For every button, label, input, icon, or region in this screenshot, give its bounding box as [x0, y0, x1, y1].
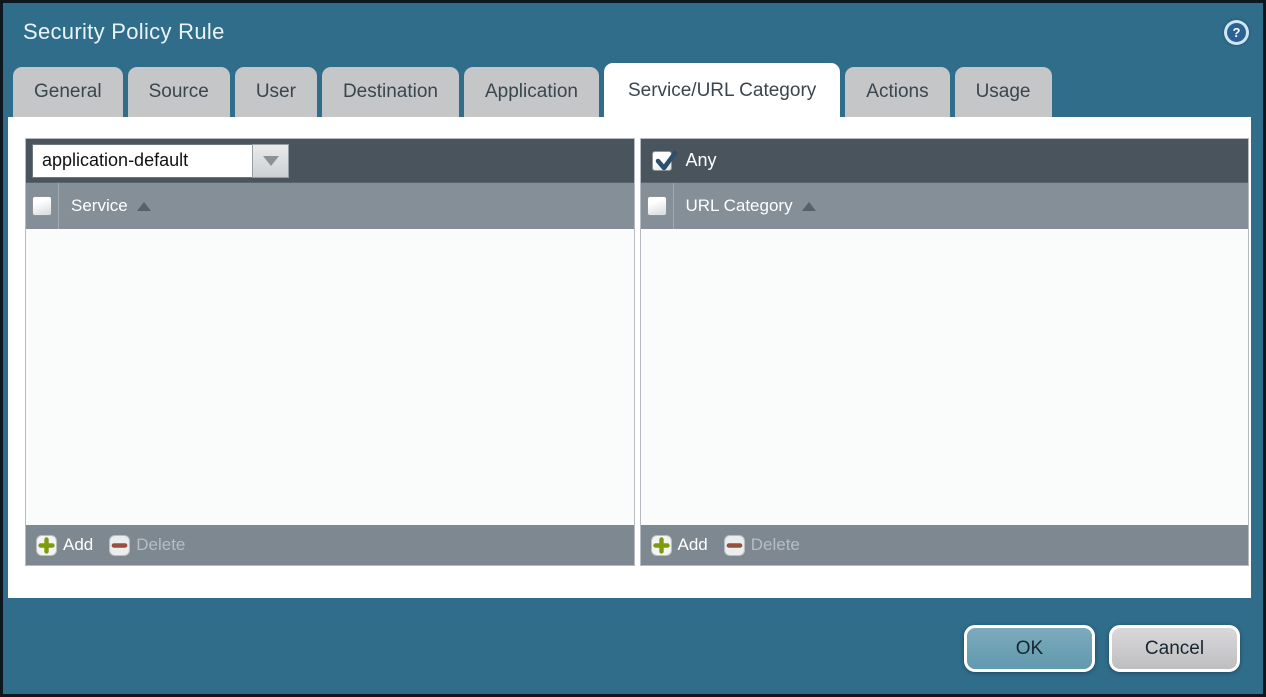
service-add-label: Add	[63, 535, 93, 555]
any-checkbox[interactable]	[652, 151, 672, 171]
service-column-label: Service	[71, 196, 128, 216]
tab-service-url-category[interactable]: Service/URL Category	[604, 63, 840, 117]
any-toggle: Any	[647, 150, 717, 171]
url-category-panel-topbar: Any	[641, 139, 1249, 182]
titlebar: Security Policy Rule ?	[3, 3, 1263, 61]
tab-source[interactable]: Source	[128, 67, 230, 117]
minus-icon	[724, 535, 745, 556]
service-add-button[interactable]: Add	[36, 535, 93, 556]
service-delete-label: Delete	[136, 535, 185, 555]
service-table-body	[26, 229, 634, 525]
tab-destination[interactable]: Destination	[322, 67, 459, 117]
service-panel-footer: Add Delete	[26, 525, 634, 565]
url-category-table-header: URL Category	[641, 182, 1249, 229]
url-category-delete-label: Delete	[751, 535, 800, 555]
tab-application[interactable]: Application	[464, 67, 599, 117]
tab-usage[interactable]: Usage	[955, 67, 1052, 117]
service-type-dropdown-button[interactable]	[252, 144, 289, 178]
tab-content: Service Add Dele	[8, 117, 1251, 598]
service-table-header: Service	[26, 182, 634, 229]
plus-icon	[36, 535, 57, 556]
dialog-action-row: OK Cancel	[3, 625, 1240, 672]
chevron-down-icon	[263, 156, 279, 166]
url-category-select-all-cell	[641, 183, 674, 229]
service-type-input[interactable]	[32, 144, 252, 178]
url-category-panel-footer: Add Delete	[641, 525, 1249, 565]
url-category-add-label: Add	[678, 535, 708, 555]
service-select-all-checkbox[interactable]	[32, 196, 52, 216]
service-select-all-cell	[26, 183, 59, 229]
service-delete-button[interactable]: Delete	[109, 535, 185, 556]
url-category-select-all-checkbox[interactable]	[647, 196, 667, 216]
tab-general[interactable]: General	[13, 67, 123, 117]
help-icon-glyph: ?	[1227, 23, 1246, 42]
url-category-column-header[interactable]: URL Category	[674, 183, 816, 229]
checkmark-icon	[654, 149, 678, 173]
any-label: Any	[686, 150, 717, 171]
minus-icon	[109, 535, 130, 556]
service-column-header[interactable]: Service	[59, 183, 151, 229]
tab-bar: General Source User Destination Applicat…	[3, 61, 1263, 117]
url-category-delete-button[interactable]: Delete	[724, 535, 800, 556]
tab-actions[interactable]: Actions	[845, 67, 949, 117]
page-title: Security Policy Rule	[23, 19, 225, 45]
url-category-add-button[interactable]: Add	[651, 535, 708, 556]
url-category-table-body	[641, 229, 1249, 525]
cancel-button[interactable]: Cancel	[1109, 625, 1240, 672]
ok-button[interactable]: OK	[964, 625, 1095, 672]
url-category-panel: Any URL Category Add	[640, 138, 1250, 566]
plus-icon	[651, 535, 672, 556]
security-policy-rule-dialog: Security Policy Rule ? General Source Us…	[0, 0, 1266, 697]
service-panel: Service Add Dele	[25, 138, 635, 566]
sort-ascending-icon	[802, 202, 816, 211]
sort-ascending-icon	[137, 202, 151, 211]
url-category-column-label: URL Category	[686, 196, 793, 216]
help-icon[interactable]: ?	[1224, 20, 1249, 45]
tab-user[interactable]: User	[235, 67, 317, 117]
service-type-dropdown	[32, 144, 289, 178]
service-panel-topbar	[26, 139, 634, 182]
